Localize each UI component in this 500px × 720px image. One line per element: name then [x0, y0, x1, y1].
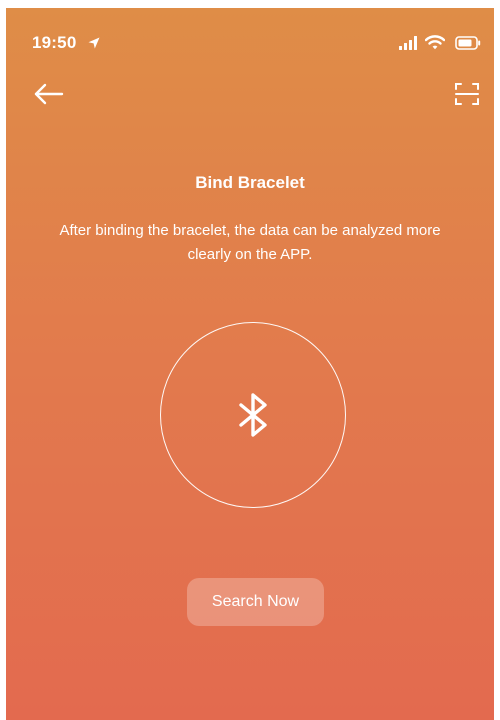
back-button[interactable]	[32, 80, 66, 108]
location-arrow-icon	[88, 37, 100, 49]
bind-bracelet-screen: 19:50 Bind Bracelet After binding the br…	[6, 8, 494, 720]
bluetooth-circle	[160, 322, 346, 508]
description-text: After binding the bracelet, the data can…	[59, 222, 441, 263]
bluetooth-icon	[239, 393, 267, 437]
battery-icon	[455, 36, 481, 50]
status-time: 19:50	[32, 33, 77, 52]
page-title: Bind Bracelet	[195, 173, 305, 192]
scan-icon	[455, 83, 479, 105]
wifi-icon	[425, 35, 445, 50]
cellular-signal-icon	[399, 36, 417, 50]
back-arrow-icon	[34, 83, 64, 105]
status-bar: 19:50	[6, 8, 494, 70]
search-now-button[interactable]: Search Now	[187, 578, 324, 626]
scan-button[interactable]	[453, 80, 481, 108]
